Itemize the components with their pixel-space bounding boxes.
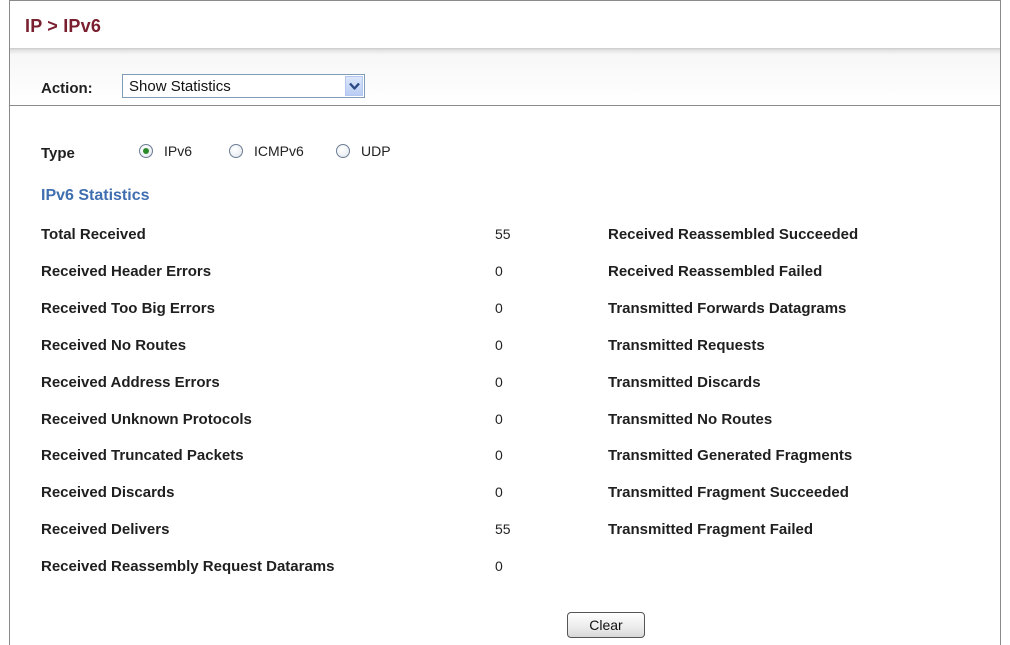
stat-label-right: Transmitted Fragment Succeeded [608,484,849,501]
radio-udp[interactable]: UDP [336,140,391,162]
stat-row: Total Received 55 Received Reassembled S… [10,226,1000,254]
stat-label-left: Received Reassembly Request Datarams [41,558,335,575]
stat-row: Received Reassembly Request Datarams 0 [10,558,1000,586]
stat-label-right: Received Reassembled Succeeded [608,226,859,243]
stat-label-right: Transmitted Fragment Failed [608,521,814,538]
stat-row: Received Too Big Errors 0 Transmitted Fo… [10,300,1000,328]
stat-value-left: 0 [495,374,503,390]
stat-row: Received Delivers 55 Transmitted Fragmen… [10,521,1000,549]
stat-label-left: Received Unknown Protocols [41,411,252,428]
stat-row: Received No Routes 0 Transmitted Request… [10,337,1000,365]
radio-icon[interactable] [336,144,350,158]
stat-value-left: 0 [495,411,503,427]
radio-udp-label: UDP [361,143,391,159]
type-label: Type [41,145,75,162]
radio-icon[interactable] [139,144,153,158]
stat-row: Received Truncated Packets 0 Transmitted… [10,447,1000,475]
stat-value-left: 0 [495,300,503,316]
stat-label-left: Received Header Errors [41,263,212,280]
stat-label-left: Total Received [41,226,146,243]
stat-label-right: Transmitted Forwards Datagrams [608,300,847,317]
stat-value-left: 0 [495,263,503,279]
breadcrumb: IP > IPv6 [25,16,102,36]
stat-label-left: Received Address Errors [41,374,220,391]
clear-button[interactable]: Clear [567,612,645,638]
stat-row: Received Address Errors 0 Transmitted Di… [10,374,1000,402]
action-select[interactable]: Show Statistics [122,74,365,98]
stat-value-left: 0 [495,558,503,574]
page-frame: IP > IPv6 Action: Show Statistics Type I… [9,0,1001,645]
stat-label-left: Received Truncated Packets [41,447,244,464]
radio-icmpv6[interactable]: ICMPv6 [229,140,304,162]
stat-row: Received Unknown Protocols 0 Transmitted… [10,411,1000,439]
action-label: Action: [41,80,93,97]
stat-row: Received Discards 0 Transmitted Fragment… [10,484,1000,512]
stat-label-right: Transmitted Requests [608,337,765,354]
stat-label-left: Received Discards [41,484,175,501]
stat-value-left: 0 [495,337,503,353]
stat-label-right: Transmitted Generated Fragments [608,447,853,464]
radio-ipv6[interactable]: IPv6 [139,140,192,162]
radio-ipv6-label: IPv6 [164,143,193,159]
radio-icon[interactable] [229,144,243,158]
stat-row: Received Header Errors 0 Received Reasse… [10,263,1000,291]
action-divider [10,105,1000,106]
action-select-value: Show Statistics [129,78,231,95]
stat-value-left: 0 [495,484,503,500]
stat-value-left: 55 [495,521,511,537]
stat-label-right: Transmitted Discards [608,374,761,391]
action-select-button[interactable] [345,76,363,96]
radio-icmpv6-label: ICMPv6 [254,143,304,159]
stat-label-right: Received Reassembled Failed [608,263,823,280]
stat-value-left: 55 [495,226,511,242]
stat-label-right: Transmitted No Routes [608,411,773,428]
stat-value-left: 0 [495,447,503,463]
stat-label-left: Received No Routes [41,337,187,354]
radio-selected-dot [143,148,149,154]
section-title: IPv6 Statistics [41,187,150,204]
stat-label-left: Received Delivers [41,521,170,538]
stat-label-left: Received Too Big Errors [41,300,215,317]
chevron-down-icon [349,82,360,90]
